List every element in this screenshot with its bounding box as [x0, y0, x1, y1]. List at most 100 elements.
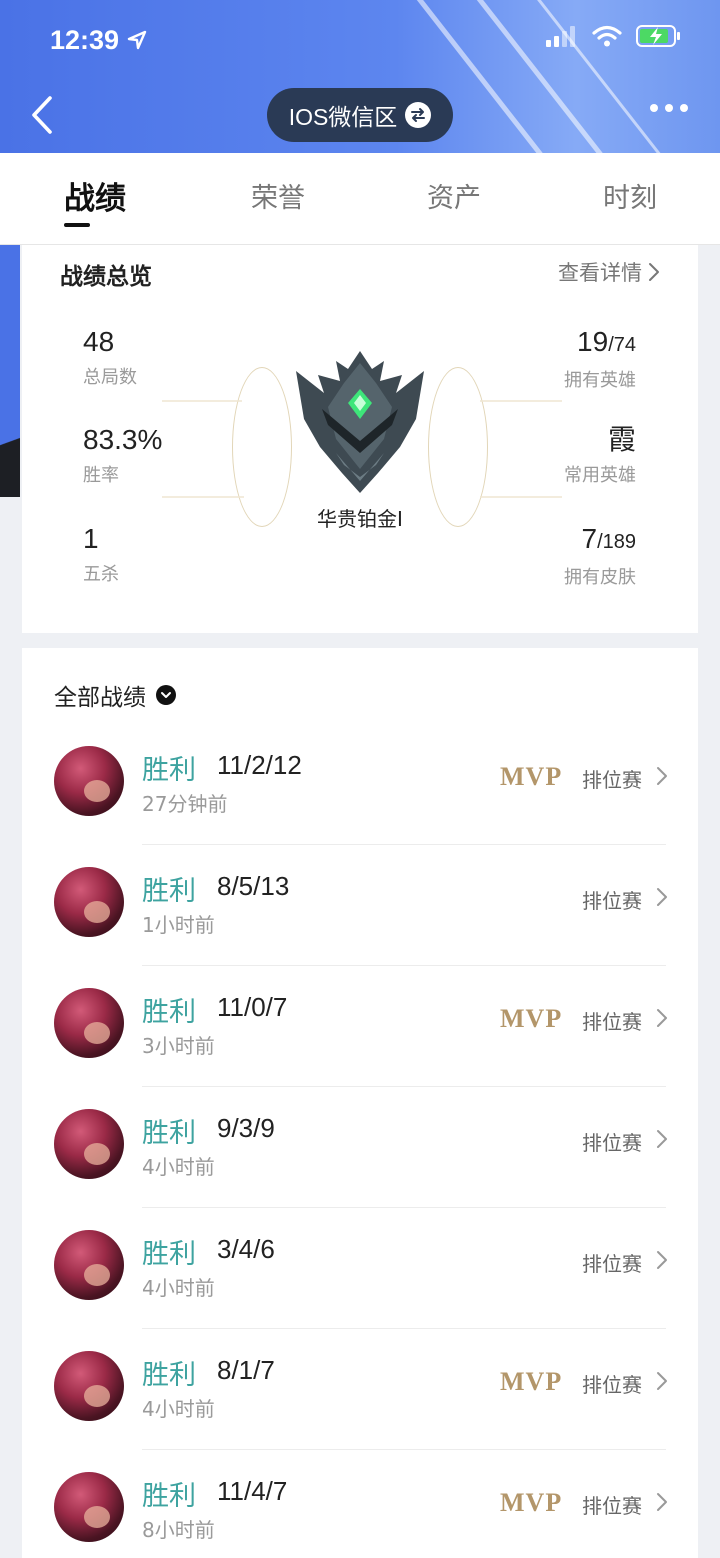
match-mode: 排位赛 — [582, 1494, 642, 1518]
match-result: 胜利 — [142, 1239, 196, 1270]
chevron-right-icon — [657, 1251, 667, 1269]
chevron-right-icon — [657, 888, 667, 906]
stat-value: 7 — [581, 523, 598, 554]
side-decoration — [0, 425, 20, 497]
header-decoration — [466, 0, 619, 153]
view-details-link[interactable]: 查看详情 — [558, 257, 660, 287]
active-tab-indicator — [64, 223, 90, 227]
match-row[interactable]: 胜利 9/3/9 4小时前 排位赛 — [22, 1087, 698, 1208]
hero-avatar — [54, 1230, 124, 1300]
match-list-title: 全部战绩 — [54, 685, 146, 711]
stat-label: 拥有英雄 — [564, 370, 636, 391]
match-kda: 11/0/7 — [217, 992, 288, 1022]
match-filter[interactable]: 全部战绩 — [54, 678, 176, 712]
status-icons — [546, 24, 682, 48]
rank-name: 华贵铂金I — [317, 507, 403, 531]
stat-total: /189 — [597, 531, 636, 553]
mvp-badge: MVP — [500, 1004, 563, 1033]
tab-honor[interactable]: 荣誉 — [226, 153, 330, 245]
stat-win-rate: 83.3% 胜率 — [83, 423, 162, 487]
match-kda: 9/3/9 — [217, 1113, 275, 1143]
chevron-right-icon — [657, 1493, 667, 1511]
stat-value: 霞 — [607, 424, 636, 455]
tab-record[interactable]: 战绩 — [40, 153, 150, 245]
dropdown-icon — [156, 685, 176, 705]
match-mode: 排位赛 — [582, 1373, 642, 1397]
match-row[interactable]: 胜利 11/0/7 3小时前 MVP 排位赛 — [22, 966, 698, 1087]
match-row[interactable]: 胜利 8/5/13 1小时前 排位赛 — [22, 845, 698, 966]
match-row[interactable]: 胜利 3/4/6 4小时前 排位赛 — [22, 1208, 698, 1329]
more-button[interactable] — [650, 104, 688, 112]
stat-label: 常用英雄 — [564, 465, 636, 486]
match-mode: 排位赛 — [582, 1010, 642, 1034]
stat-skins-owned: 7/189 拥有皮肤 — [564, 522, 636, 589]
more-dot — [665, 104, 673, 112]
stat-label: 胜率 — [83, 465, 119, 486]
match-time: 8小时前 — [142, 1518, 215, 1542]
stat-label: 拥有皮肤 — [564, 567, 636, 588]
tab-assets[interactable]: 资产 — [402, 153, 506, 245]
match-time: 4小时前 — [142, 1155, 215, 1179]
mvp-badge: MVP — [500, 1367, 563, 1396]
stat-label: 五杀 — [83, 564, 119, 585]
battery-icon — [636, 25, 680, 47]
match-mode: 排位赛 — [582, 1131, 642, 1155]
app-header: 12:39 IOS微信区 — [0, 0, 720, 153]
stat-value: 1 — [83, 523, 99, 554]
chevron-right-icon — [649, 263, 659, 281]
record-overview-card: 战绩总览 查看详情 48 总局数 83.3% 胜率 1 五杀 19/74 拥有英… — [22, 245, 698, 633]
match-kda: 3/4/6 — [217, 1234, 275, 1264]
tab-moments[interactable]: 时刻 — [578, 153, 682, 245]
hero-avatar — [54, 1351, 124, 1421]
header-decoration — [526, 0, 677, 153]
match-kda: 11/4/7 — [217, 1476, 288, 1506]
match-list-card: 全部战绩 胜利 11/2/12 27分钟前 MVP 排位赛 胜利 8/5/13 1小时前 排位赛… — [22, 648, 698, 1558]
chevron-right-icon — [657, 1130, 667, 1148]
match-kda: 8/1/7 — [217, 1355, 275, 1385]
view-details-label: 查看详情 — [558, 261, 642, 285]
side-decoration — [0, 245, 20, 445]
more-dot — [650, 104, 658, 112]
match-mode: 排位赛 — [582, 889, 642, 913]
stat-pentakills: 1 五杀 — [83, 522, 119, 586]
stat-total: /74 — [608, 334, 636, 356]
match-row[interactable]: 胜利 11/4/7 8小时前 MVP 排位赛 — [22, 1450, 698, 1558]
match-mode: 排位赛 — [582, 768, 642, 792]
mvp-badge: MVP — [500, 1488, 563, 1517]
match-result: 胜利 — [142, 876, 196, 907]
stat-heroes-owned: 19/74 拥有英雄 — [564, 325, 636, 392]
chevron-right-icon — [657, 767, 667, 785]
match-time: 27分钟前 — [142, 792, 228, 816]
match-time: 4小时前 — [142, 1397, 215, 1421]
stat-common-hero: 霞 常用英雄 — [564, 423, 636, 487]
chevron-left-icon — [32, 96, 52, 134]
chevron-right-icon — [657, 1372, 667, 1390]
back-button[interactable] — [22, 90, 62, 140]
location-arrow-icon — [127, 30, 147, 50]
mvp-badge: MVP — [500, 762, 563, 791]
match-result: 胜利 — [142, 1360, 196, 1391]
stat-value: 48 — [83, 326, 115, 357]
match-result: 胜利 — [142, 997, 196, 1028]
server-switcher[interactable]: IOS微信区 — [267, 88, 453, 142]
swap-icon — [405, 102, 432, 128]
stat-total-games: 48 总局数 — [83, 325, 137, 389]
wifi-icon — [592, 25, 622, 47]
stat-value: 19 — [577, 326, 609, 357]
match-result: 胜利 — [142, 1118, 196, 1149]
hero-avatar — [54, 746, 124, 816]
match-kda: 11/2/12 — [217, 750, 302, 780]
tab-bar: 战绩 荣誉 资产 时刻 — [0, 153, 720, 245]
match-row[interactable]: 胜利 11/2/12 27分钟前 MVP 排位赛 — [22, 724, 698, 845]
stat-label: 总局数 — [83, 367, 137, 388]
status-time: 12:39 — [50, 20, 147, 60]
match-time: 1小时前 — [142, 913, 215, 937]
signal-icon — [546, 26, 575, 47]
match-time: 4小时前 — [142, 1276, 215, 1300]
status-time-text: 12:39 — [50, 25, 120, 55]
stat-value: 83.3% — [83, 424, 163, 455]
match-row[interactable]: 胜利 8/1/7 4小时前 MVP 排位赛 — [22, 1329, 698, 1450]
more-dot — [680, 104, 688, 112]
rank-emblem-icon — [296, 351, 424, 493]
hero-avatar — [54, 988, 124, 1058]
